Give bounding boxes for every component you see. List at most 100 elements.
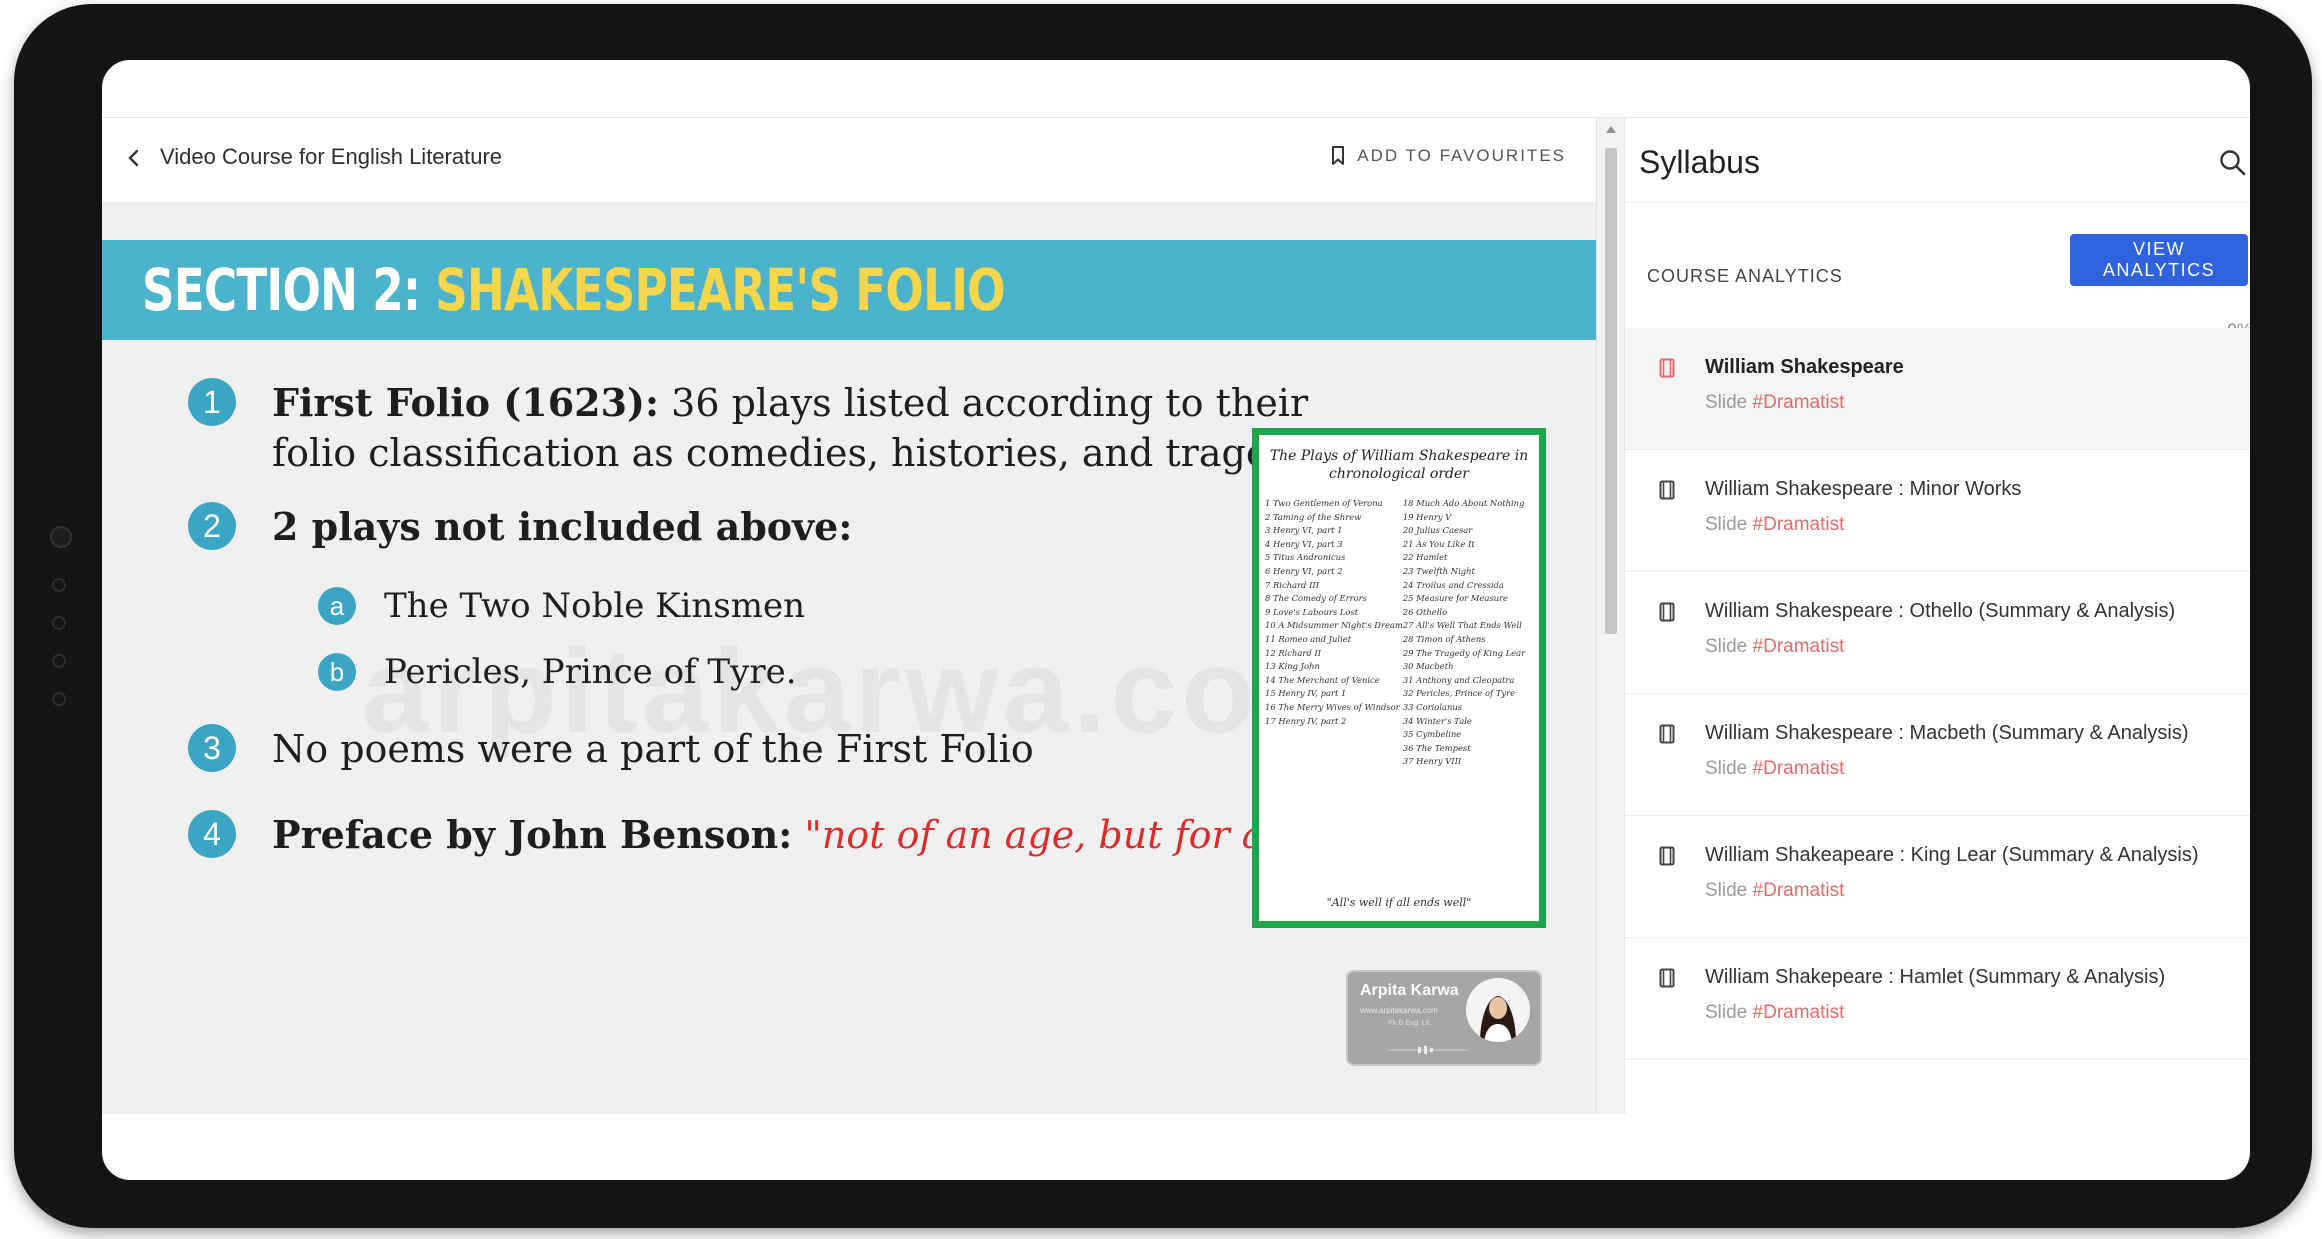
course-analytics-label: COURSE ANALYTICS: [1647, 266, 1843, 286]
film-icon: [1659, 602, 1675, 622]
syllabus-item-title: William Shakeapeare : King Lear (Summary…: [1705, 844, 2199, 866]
play-entry: 9 Love's Labours Lost: [1265, 606, 1359, 617]
bullet-text: 2 plays not included above:: [272, 502, 852, 552]
syllabus-item-tag[interactable]: #Dramatist: [1753, 636, 1845, 657]
syllabus-item-meta: Slide #Dramatist: [1705, 880, 1844, 902]
syllabus-item-tag[interactable]: #Dramatist: [1753, 758, 1845, 779]
sensor-dot-icon: [52, 654, 66, 668]
film-icon: [1659, 480, 1675, 500]
top-bar: [102, 60, 2250, 118]
bullet-line: folio classification as comedies, histor…: [272, 431, 1359, 475]
presenter-card: Arpita Karwa www.arpitakarwa.com Ph.D En…: [1346, 970, 1542, 1066]
syllabus-item[interactable]: William Shakespeare : Minor Works Slide #…: [1625, 450, 2250, 572]
syllabus-item-meta: Slide #Dramatist: [1705, 514, 1844, 536]
play-entry: 34 Winter's Tale: [1402, 715, 1472, 726]
subitem-letter: b: [318, 653, 356, 691]
play-entry: 7 Richard III: [1265, 579, 1320, 590]
scroll-up-arrow-icon[interactable]: [1606, 126, 1616, 133]
syllabus-item-type: Slide: [1705, 880, 1748, 901]
search-icon[interactable]: [2218, 148, 2248, 178]
play-entry: 29 The Tragedy of King Lear: [1402, 647, 1526, 658]
syllabus-item-type: Slide: [1705, 758, 1748, 779]
course-title[interactable]: Video Course for English Literature: [160, 144, 502, 170]
add-to-favourites-label: ADD TO FAVOURITES: [1357, 146, 1566, 165]
presenter-subtitle: Ph.D Eng. Lit.: [1388, 1020, 1432, 1027]
syllabus-item-meta: Slide #Dramatist: [1705, 392, 1844, 414]
play-entry: 26 Othello: [1402, 606, 1448, 617]
play-entry: 18 Much Ado About Nothing: [1402, 498, 1525, 508]
bullet-bold: 2 plays not included above:: [272, 504, 853, 549]
syllabus-item-title: William Shakespeare : Minor Works: [1705, 478, 2022, 500]
play-entry: 31 Anthony and Cleopatra: [1402, 674, 1515, 685]
syllabus-item[interactable]: William Shakespeare Slide #Dramatist: [1625, 328, 2250, 450]
app-screen: Video Course for English Literature ADD …: [102, 60, 2250, 1180]
add-to-favourites-button[interactable]: ADD TO FAVOURITES: [1331, 146, 1566, 166]
plays-list-card: The Plays of William Shakespeare in chro…: [1252, 428, 1546, 928]
syllabus-item-tag[interactable]: #Dramatist: [1753, 880, 1845, 901]
subitem-text: The Two Noble Kinsmen: [384, 586, 806, 626]
plays-footer: "All's well if all ends well": [1326, 896, 1472, 909]
presenter-site: www.arpitakarwa.com: [1360, 1006, 1438, 1015]
play-entry: 15 Henry IV, part 1: [1265, 688, 1347, 699]
film-icon: [1659, 846, 1675, 866]
presenter-name: Arpita Karwa: [1360, 982, 1459, 999]
content-header: Video Course for English Literature ADD …: [102, 118, 1596, 202]
play-entry: 30 Macbeth: [1402, 661, 1454, 672]
play-entry: 36 The Tempest: [1402, 742, 1471, 753]
subitem-b: b Pericles, Prince of Tyre.: [318, 652, 797, 692]
bullet-number: 4: [188, 810, 236, 858]
bullet-1: 1 First Folio (1623): 36 plays listed ac…: [188, 378, 1359, 478]
bullet-text: No poems were a part of the First Folio: [272, 727, 1034, 771]
play-entry: 10 A Midsummer Night's Dream: [1265, 620, 1403, 631]
bullet-number: 3: [188, 724, 236, 772]
play-entry: 35 Cymbeline: [1402, 729, 1462, 740]
syllabus-item-title: William Shakepeare : Hamlet (Summary & A…: [1705, 966, 2166, 988]
subitem-letter: a: [318, 587, 356, 625]
play-entry: 23 Twelfth Night: [1402, 565, 1475, 576]
plays-title-line: The Plays of William Shakespeare in: [1269, 448, 1529, 464]
content-scrollbar[interactable]: [1596, 118, 1624, 1114]
syllabus-item-meta: Slide #Dramatist: [1705, 636, 1844, 658]
film-icon: [1659, 358, 1675, 378]
bullet-text: Preface by John Benson: "not of an age, …: [272, 810, 1404, 860]
play-entry: 32 Pericles, Prince of Tyre: [1402, 688, 1516, 699]
syllabus-item-title: William Shakespeare : Macbeth (Summary &…: [1705, 722, 2189, 744]
syllabus-item-type: Slide: [1705, 636, 1748, 657]
view-analytics-button[interactable]: VIEW ANALYTICS: [2070, 234, 2248, 286]
play-entry: 21 As You Like It: [1402, 538, 1475, 549]
sensor-dot-icon: [52, 692, 66, 706]
bookmark-icon: [1332, 146, 1345, 165]
syllabus-item-meta: Slide #Dramatist: [1705, 758, 1844, 780]
syllabus-item-title: William Shakespeare : Othello (Summary &…: [1705, 600, 2176, 622]
slide-viewer[interactable]: SECTION 2: SHAKESPEARE'S FOLIO arpitakar…: [102, 202, 1596, 1114]
syllabus-item[interactable]: William Shakespeare : Othello (Summary &…: [1625, 572, 2250, 694]
syllabus-item-type: Slide: [1705, 514, 1748, 535]
syllabus-item[interactable]: William Shakespeare : Macbeth (Summary &…: [1625, 694, 2250, 816]
bullet-4: 4 Preface by John Benson: "not of an age…: [188, 810, 1404, 860]
bullet-2: 2 2 plays not included above:: [188, 502, 852, 552]
play-entry: 19 Henry V: [1402, 511, 1452, 522]
syllabus-item-title: William Shakespeare: [1705, 356, 1904, 378]
section-heading: SECTION 2: SHAKESPEARE'S FOLIO: [142, 254, 1006, 326]
bullet-line: 36 plays listed according to their: [659, 381, 1309, 425]
sensor-dot-icon: [52, 578, 66, 592]
play-entry: 1 Two Gentlemen of Verona: [1265, 498, 1383, 508]
play-entry: 16 The Merry Wives of Windsor: [1265, 701, 1400, 712]
play-entry: 14 The Merchant of Venice: [1265, 674, 1380, 685]
play-entry: 27 All's Well That Ends Well: [1402, 620, 1522, 631]
syllabus-item-tag[interactable]: #Dramatist: [1753, 392, 1845, 413]
scroll-thumb[interactable]: [1605, 148, 1617, 634]
plays-title-line: chronological order: [1329, 466, 1469, 482]
syllabus-item[interactable]: William Shakepeare : Hamlet (Summary & A…: [1625, 938, 2250, 1060]
syllabus-item-tag[interactable]: #Dramatist: [1753, 514, 1845, 535]
audio-wave-icon: [1388, 1046, 1468, 1054]
play-entry: 28 Timon of Athens: [1402, 633, 1486, 644]
syllabus-item[interactable]: William Shakeapeare : King Lear (Summary…: [1625, 816, 2250, 938]
plays-column-right: 18 Much Ado About Nothing 19 Henry V 20 Ju…: [1403, 497, 1533, 769]
syllabus-item-tag[interactable]: #Dramatist: [1753, 1002, 1845, 1023]
camera-icon: [50, 526, 72, 548]
back-chevron-icon[interactable]: [122, 146, 146, 170]
play-entry: 11 Romeo and Juliet: [1265, 633, 1352, 644]
play-entry: 17 Henry IV, part 2: [1265, 715, 1347, 726]
bullet-bold: Preface by John Benson:: [272, 812, 793, 857]
